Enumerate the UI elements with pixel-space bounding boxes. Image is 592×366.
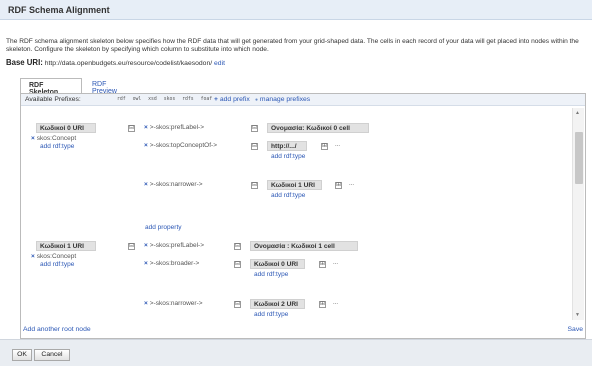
remove-icon[interactable]: × [144, 142, 148, 149]
ellipsis[interactable]: ... [333, 300, 338, 306]
cancel-button[interactable]: Cancel [34, 349, 70, 361]
property-row: × >-skos:narrower-> [144, 181, 203, 188]
skeleton-panel: Available Prefixes: rdf owl xsd skos rdf… [20, 93, 586, 339]
root-node-title[interactable]: Κωδικοί 0 URI [36, 123, 96, 133]
property-label[interactable]: >-skos:narrower-> [150, 300, 203, 307]
collapse-icon[interactable]: ⊟ [251, 143, 258, 150]
remove-icon[interactable]: × [31, 135, 35, 142]
root-node-type: × skos:Concept [31, 135, 77, 142]
add-prefix-link[interactable]: + add prefix [214, 96, 250, 103]
skeleton-footer: Add another root node Save [23, 326, 585, 338]
available-prefixes-label: Available Prefixes: [25, 96, 81, 103]
manage-prefixes-label[interactable]: manage prefixes [260, 96, 310, 103]
prefix-skos[interactable]: skos [164, 97, 176, 102]
property-label[interactable]: >-skos:broader-> [150, 260, 200, 267]
uri-node[interactable]: Κωδικοί 0 URI [250, 259, 305, 269]
base-uri-edit-link[interactable]: edit [214, 60, 225, 67]
prefix-rdfs[interactable]: rdfs [182, 97, 194, 102]
remove-icon[interactable]: × [31, 253, 35, 260]
prefix-rdf[interactable]: rdf [117, 97, 126, 102]
property-row: × >-skos:prefLabel-> [144, 242, 204, 249]
collapse-icon[interactable]: ⊟ [234, 261, 241, 268]
prefix-foaf[interactable]: foaf [201, 97, 213, 102]
property-row: × >-skos:narrower-> [144, 300, 203, 307]
add-rdf-type-link[interactable]: add rdf:type [254, 271, 288, 278]
prefix-bar: Available Prefixes: rdf owl xsd skos rdf… [21, 94, 585, 106]
dialog-footer: OK Cancel [0, 339, 592, 366]
collapse-icon[interactable]: ⊟ [128, 125, 135, 132]
add-rdf-type-link[interactable]: add rdf:type [40, 143, 74, 150]
expand-icon[interactable]: ⊞ [319, 261, 326, 268]
dialog-header: RDF Schema Alignment [0, 0, 592, 20]
expand-icon[interactable]: ⊞ [335, 182, 342, 189]
expand-icon[interactable]: ⊞ [321, 143, 328, 150]
scroll-thumb[interactable] [575, 132, 583, 184]
cell-node[interactable]: Ονομασία : Κωδικοί 1 cell [250, 241, 358, 251]
ellipsis[interactable]: ... [349, 181, 354, 187]
manage-icon: ● [255, 97, 259, 103]
save-link[interactable]: Save [568, 326, 584, 333]
prefix-xsd[interactable]: xsd [148, 97, 157, 102]
add-rdf-type-link[interactable]: add rdf:type [271, 153, 305, 160]
ellipsis[interactable]: ... [335, 142, 340, 148]
tab-rdf-skeleton[interactable]: RDF Skeleton [20, 78, 82, 96]
collapse-icon[interactable]: ⊟ [128, 243, 135, 250]
uri-node[interactable]: Κωδικοί 2 URI [250, 299, 305, 309]
scroll-down-icon[interactable]: ▼ [575, 312, 580, 318]
property-label[interactable]: >-skos:prefLabel-> [150, 124, 204, 131]
add-rdf-type-link[interactable]: add rdf:type [254, 311, 288, 318]
expand-icon[interactable]: ⊞ [319, 301, 326, 308]
remove-icon[interactable]: × [144, 124, 148, 131]
base-uri-label: Base URI: [6, 58, 43, 67]
base-uri-value: http://data.openbudgets.eu/resource/code… [44, 60, 213, 67]
property-label[interactable]: >-skos:prefLabel-> [150, 242, 204, 249]
root-node-title[interactable]: Κωδικοί 1 URI [36, 241, 96, 251]
uri-node[interactable]: http://.../ [267, 141, 307, 151]
remove-icon[interactable]: × [144, 300, 148, 307]
property-label[interactable]: >-skos:topConceptOf-> [150, 142, 217, 149]
property-row: × >-skos:broader-> [144, 260, 199, 267]
ok-button[interactable]: OK [12, 349, 32, 361]
collapse-icon[interactable]: ⊟ [234, 301, 241, 308]
scroll-up-icon[interactable]: ▲ [575, 110, 580, 116]
collapse-icon[interactable]: ⊟ [234, 243, 241, 250]
root-node-type: × skos:Concept [31, 253, 77, 260]
uri-node[interactable]: Κωδικοί 1 URI [267, 180, 322, 190]
intro-text: The RDF schema alignment skeleton below … [6, 38, 579, 53]
cell-node[interactable]: Ονομασία: Κωδικοί 0 cell [267, 123, 369, 133]
tab-rdf-preview[interactable]: RDF Preview [84, 78, 134, 95]
add-rdf-type-link[interactable]: add rdf:type [271, 192, 305, 199]
dialog-title: RDF Schema Alignment [8, 5, 110, 15]
add-property-link[interactable]: add property [145, 224, 182, 231]
prefix-list: rdf owl xsd skos rdfs foaf [117, 97, 216, 102]
add-root-node-link[interactable]: Add another root node [23, 326, 91, 333]
remove-icon[interactable]: × [144, 181, 148, 188]
base-uri-row: Base URI: http://data.openbudgets.eu/res… [6, 58, 225, 67]
property-row: × >-skos:topConceptOf-> [144, 142, 217, 149]
add-prefix-label[interactable]: add prefix [220, 96, 250, 103]
collapse-icon[interactable]: ⊟ [251, 125, 258, 132]
add-rdf-type-link[interactable]: add rdf:type [40, 261, 74, 268]
vertical-scrollbar[interactable]: ▲ ▼ [572, 108, 584, 320]
remove-icon[interactable]: × [144, 260, 148, 267]
remove-icon[interactable]: × [144, 242, 148, 249]
plus-icon: + [214, 96, 218, 103]
ellipsis[interactable]: ... [333, 260, 338, 266]
property-label[interactable]: >-skos:narrower-> [150, 181, 203, 188]
property-row: × >-skos:prefLabel-> [144, 124, 204, 131]
prefix-owl[interactable]: owl [133, 97, 142, 102]
collapse-icon[interactable]: ⊟ [251, 182, 258, 189]
manage-prefixes-link[interactable]: ● manage prefixes [255, 96, 310, 103]
